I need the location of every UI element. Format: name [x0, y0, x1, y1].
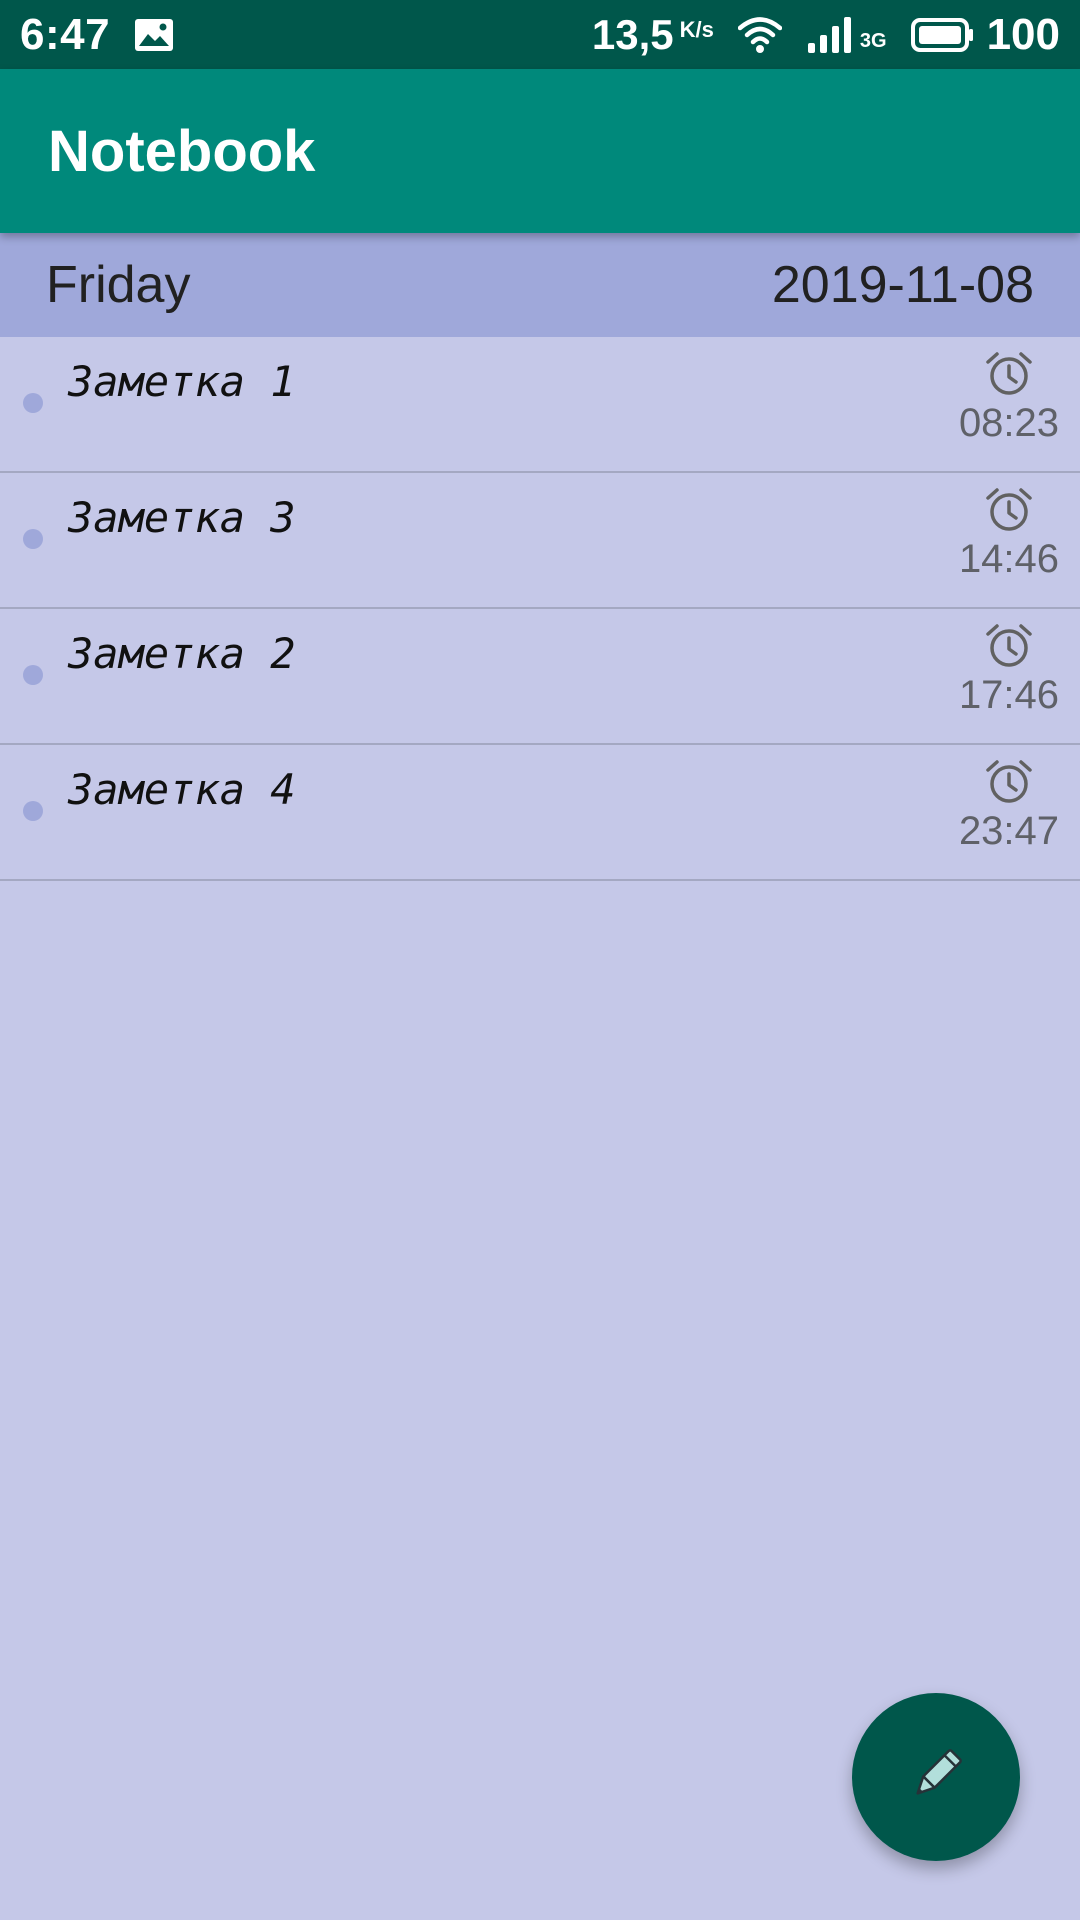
network-speed: 13,5 K/s: [592, 11, 714, 59]
status-bar: 6:47 13,5 K/s 3G 100: [0, 0, 1080, 69]
image-icon: [134, 18, 174, 52]
status-right: 13,5 K/s 3G 100: [592, 10, 1060, 60]
note-time: 08:23: [958, 401, 1060, 445]
app-bar: Notebook: [0, 69, 1080, 233]
day-name: Friday: [46, 256, 191, 314]
list-item[interactable]: Заметка 1 08:23: [0, 337, 1080, 473]
note-alarm: 08:23: [954, 351, 1064, 446]
network-type: 3G: [859, 30, 887, 52]
status-left: 6:47: [20, 10, 174, 60]
list-item[interactable]: Заметка 4 23:47: [0, 745, 1080, 881]
add-note-button[interactable]: [852, 1693, 1020, 1861]
note-title: Заметка 2: [68, 629, 296, 678]
battery-icon: [910, 17, 975, 53]
alarm-clock-icon: [984, 623, 1034, 669]
battery-level: 100: [986, 9, 1060, 59]
note-title: Заметка 1: [68, 357, 296, 406]
network-speed-value: 13,5: [591, 10, 674, 58]
day-date: 2019-11-08: [771, 256, 1034, 314]
signal-icon: 3G: [806, 15, 887, 55]
pencil-icon: [904, 1743, 968, 1812]
bullet-dot: [23, 393, 43, 413]
note-alarm: 23:47: [954, 759, 1064, 854]
alarm-clock-icon: [984, 351, 1034, 397]
wifi-icon: [737, 15, 782, 55]
bullet-dot: [23, 665, 43, 685]
app-title: Notebook: [48, 118, 316, 184]
note-title: Заметка 4: [68, 765, 296, 814]
note-alarm: 14:46: [954, 487, 1064, 582]
note-time: 14:46: [958, 537, 1060, 581]
list-item[interactable]: Заметка 3 14:46: [0, 473, 1080, 609]
alarm-clock-icon: [984, 487, 1034, 533]
notes-list: Заметка 1 08:23 Заметка 3 14:46 Заметка …: [0, 337, 1080, 881]
day-header: Friday 2019-11-08: [0, 233, 1080, 337]
list-item[interactable]: Заметка 2 17:46: [0, 609, 1080, 745]
network-speed-unit: K/s: [679, 16, 714, 42]
alarm-clock-icon: [984, 759, 1034, 805]
status-time: 6:47: [20, 9, 111, 59]
note-time: 23:47: [958, 809, 1060, 853]
bullet-dot: [23, 529, 43, 549]
note-time: 17:46: [958, 673, 1060, 717]
bullet-dot: [23, 801, 43, 821]
note-alarm: 17:46: [954, 623, 1064, 718]
note-title: Заметка 3: [68, 493, 296, 542]
